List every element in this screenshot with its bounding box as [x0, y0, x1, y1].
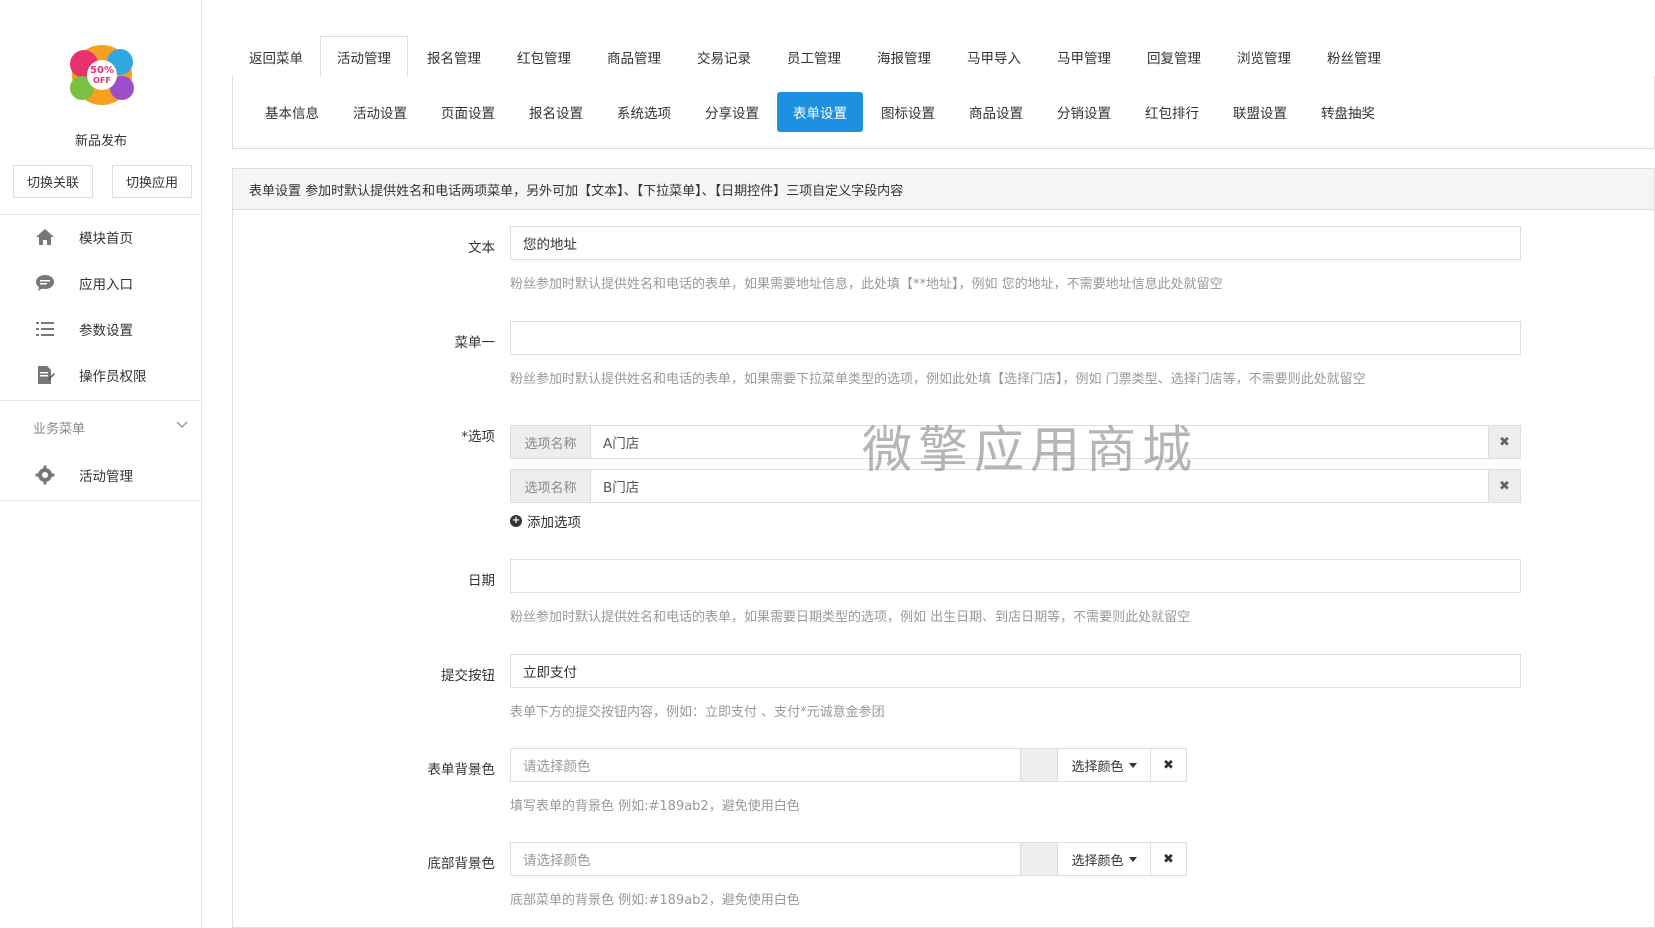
top-tab[interactable]: 马甲管理 — [1040, 36, 1128, 77]
caret-down-icon — [1128, 762, 1137, 768]
svg-text:OFF: OFF — [93, 76, 111, 85]
watermark: 微擎应用商城 — [862, 421, 1198, 479]
sub-tab[interactable]: 系统选项 — [601, 92, 687, 132]
app-logo: 50% OFF — [62, 40, 142, 110]
top-tab[interactable]: 回复管理 — [1130, 36, 1218, 77]
add-option-button[interactable]: + 添加选项 — [510, 511, 581, 531]
edit-doc-icon — [34, 364, 56, 386]
date-field-help: 粉丝参加时默认提供姓名和电话的表单，如果需要日期类型的选项，例如 出生日期、到店… — [510, 610, 1191, 625]
sidebar-item-label: 参数设置 — [79, 323, 133, 339]
home-icon — [34, 226, 56, 248]
sub-tabs: 基本信息 活动设置 页面设置 报名设置 系统选项 分享设置 表单设置 图标设置 商品设置 分销设置… — [232, 76, 1655, 149]
panel-heading: 表单设置 参加时默认提供姓名和电话两项菜单，另外可加【文本】、【下拉菜单】、【日… — [233, 169, 1654, 210]
sub-tab[interactable]: 分销设置 — [1041, 92, 1127, 132]
delete-option-button[interactable]: ✖ — [1488, 426, 1520, 458]
delete-option-button[interactable]: ✖ — [1488, 470, 1520, 502]
sub-tab[interactable]: 活动设置 — [337, 92, 423, 132]
text-field-input[interactable]: 您的地址 — [510, 226, 1521, 260]
sidebar-divider — [0, 500, 202, 501]
sub-tab[interactable]: 报名设置 — [513, 92, 599, 132]
option-name-addon: 选项名称 — [511, 470, 591, 502]
option-name-addon: 选项名称 — [511, 426, 591, 458]
sub-tab[interactable]: 分享设置 — [689, 92, 775, 132]
sidebar-item-label: 活动管理 — [79, 469, 133, 485]
form-bg-help: 填写表单的背景色 例如:#189ab2，避免使用白色 — [510, 799, 800, 814]
sidebar-item-app-entry[interactable]: 应用入口 — [0, 263, 202, 303]
sub-tab[interactable]: 图标设置 — [865, 92, 951, 132]
plus-circle-icon: + — [510, 515, 522, 527]
switch-relation-button[interactable]: 切换关联 — [13, 165, 93, 198]
top-tab[interactable]: 报名管理 — [410, 36, 498, 77]
text-field-help: 粉丝参加时默认提供姓名和电话的表单，如果需要地址信息，此处填【**地址】，例如 … — [510, 277, 1223, 292]
sidebar-item-params[interactable]: 参数设置 — [0, 309, 202, 349]
text-field-label: 文本 — [468, 240, 495, 256]
sub-tab[interactable]: 转盘抽奖 — [1305, 92, 1391, 132]
top-tab[interactable]: 活动管理 — [320, 36, 408, 78]
choose-color-label: 选择颜色 — [1071, 853, 1124, 869]
gear-icon — [34, 464, 56, 486]
sidebar: 50% OFF 新品发布 切换关联 切换应用 模块首页 应用入口 参数设置 操作… — [0, 0, 202, 928]
submit-field-help: 表单下方的提交按钮内容，例如：立即支付 、支付*元诚意金参团 — [510, 705, 885, 720]
sub-tab[interactable]: 联盟设置 — [1217, 92, 1303, 132]
top-tab[interactable]: 马甲导入 — [950, 36, 1038, 77]
form-settings-panel: 表单设置 参加时默认提供姓名和电话两项菜单，另外可加【文本】、【下拉菜单】、【日… — [232, 168, 1655, 928]
sub-tab[interactable]: 基本信息 — [249, 92, 335, 132]
bottom-bg-color-input[interactable]: 请选择颜色 — [510, 842, 1021, 876]
bottom-bg-color-picker: 请选择颜色 选择颜色 ✖ — [510, 842, 1190, 876]
clear-color-button[interactable]: ✖ — [1151, 748, 1187, 782]
sidebar-divider — [0, 214, 202, 215]
sidebar-item-operator-permissions[interactable]: 操作员权限 — [0, 355, 202, 395]
top-tab[interactable]: 商品管理 — [590, 36, 678, 77]
chevron-down-icon[interactable] — [176, 417, 188, 433]
options-label: *选项 — [461, 429, 495, 445]
top-tab[interactable]: 粉丝管理 — [1310, 36, 1398, 77]
date-field-input[interactable] — [510, 559, 1521, 593]
form-bg-color-swatch — [1021, 748, 1057, 782]
sidebar-item-label: 操作员权限 — [79, 369, 147, 385]
bottom-bg-label: 底部背景色 — [427, 856, 496, 872]
menu-field-input[interactable] — [510, 321, 1521, 355]
menu-field-label: 菜单一 — [454, 335, 496, 351]
add-option-label: 添加选项 — [527, 515, 581, 531]
form-bg-color-input[interactable]: 请选择颜色 — [510, 748, 1021, 782]
top-tab[interactable]: 浏览管理 — [1220, 36, 1308, 77]
section-title: 业务菜单 — [33, 422, 86, 437]
sidebar-divider — [0, 400, 202, 401]
submit-field-label: 提交按钮 — [441, 668, 495, 684]
choose-color-button[interactable]: 选择颜色 — [1057, 842, 1151, 876]
sidebar-item-label: 应用入口 — [79, 277, 133, 293]
caret-down-icon — [1128, 856, 1137, 862]
form-bg-color-picker: 请选择颜色 选择颜色 ✖ — [510, 748, 1190, 782]
bottom-bg-help: 底部菜单的背景色 例如:#189ab2，避免使用白色 — [510, 893, 800, 908]
bottom-bg-color-swatch — [1021, 842, 1057, 876]
sub-tab[interactable]: 商品设置 — [953, 92, 1039, 132]
choose-color-label: 选择颜色 — [1071, 759, 1124, 775]
menu-field-help: 粉丝参加时默认提供姓名和电话的表单，如果需要下拉菜单类型的选项，例如此处填【选择… — [510, 372, 1366, 387]
sidebar-item-module-home[interactable]: 模块首页 — [0, 217, 202, 257]
form-bg-label: 表单背景色 — [427, 762, 496, 778]
clear-color-button[interactable]: ✖ — [1151, 842, 1187, 876]
choose-color-button[interactable]: 选择颜色 — [1057, 748, 1151, 782]
sub-tab[interactable]: 红包排行 — [1129, 92, 1215, 132]
date-field-label: 日期 — [468, 573, 495, 589]
top-tab[interactable]: 交易记录 — [680, 36, 768, 77]
submit-field-input[interactable]: 立即支付 — [510, 654, 1521, 688]
top-tab[interactable]: 员工管理 — [770, 36, 858, 77]
top-tabs: 返回菜单 活动管理 报名管理 红包管理 商品管理 交易记录 员工管理 海报管理 马甲导入 马甲管理… — [232, 36, 1655, 78]
main-content: 返回菜单 活动管理 报名管理 红包管理 商品管理 交易记录 员工管理 海报管理 马甲导入 马甲管理… — [202, 0, 1655, 928]
sidebar-item-label: 模块首页 — [79, 231, 133, 247]
sidebar-item-activity-management[interactable]: 活动管理 — [0, 455, 202, 495]
sub-tab[interactable]: 表单设置 — [777, 92, 863, 132]
svg-text:50%: 50% — [90, 65, 114, 76]
top-tab[interactable]: 返回菜单 — [232, 36, 320, 77]
top-tab[interactable]: 红包管理 — [500, 36, 588, 77]
switch-app-button[interactable]: 切换应用 — [112, 165, 192, 198]
chat-bubble-icon — [34, 272, 56, 294]
top-tab[interactable]: 海报管理 — [860, 36, 948, 77]
sub-tab[interactable]: 页面设置 — [425, 92, 511, 132]
list-icon — [34, 318, 56, 340]
app-name: 新品发布 — [74, 134, 127, 149]
